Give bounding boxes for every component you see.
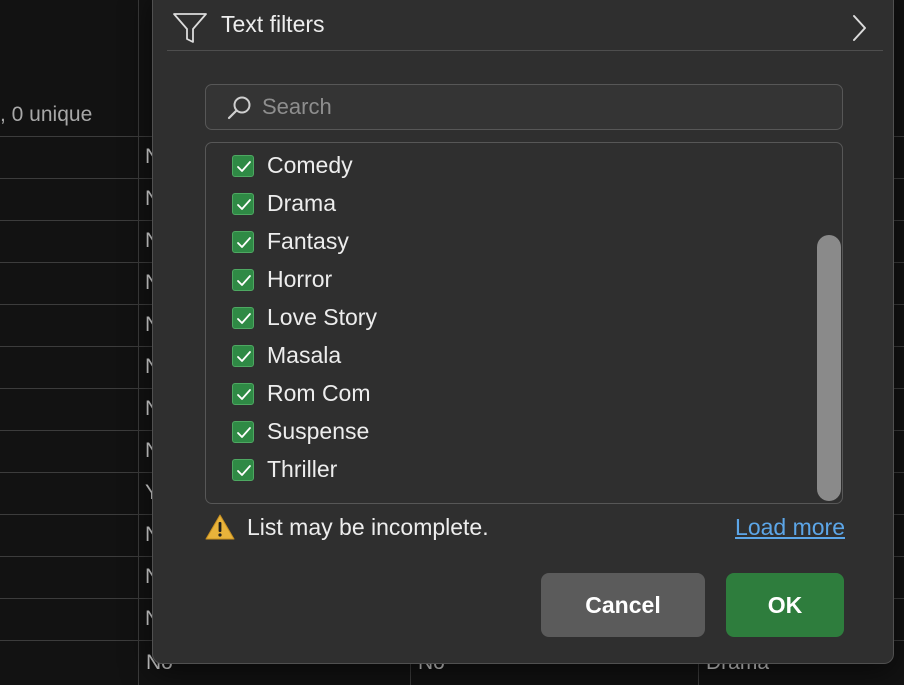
list-item-label: Masala — [267, 342, 342, 368]
checkbox[interactable] — [232, 269, 254, 291]
list-item-label: Love Story — [267, 304, 377, 330]
checkmark-icon — [237, 161, 251, 172]
checkmark-icon — [237, 351, 251, 362]
column-divider — [138, 431, 139, 472]
list-item-label: Comedy — [267, 152, 353, 178]
warning-text: List may be incomplete. — [247, 514, 489, 540]
column-stat-text: , 0 unique — [0, 103, 93, 126]
column-header[interactable]: , 0 unique — [0, 0, 139, 136]
search-icon — [227, 96, 251, 120]
checkbox[interactable] — [232, 231, 254, 253]
scrollbar-thumb[interactable] — [817, 235, 841, 501]
list-item-label: Drama — [267, 190, 337, 216]
column-divider — [138, 641, 139, 685]
checkbox[interactable] — [232, 383, 254, 405]
funnel-icon — [173, 13, 207, 43]
checkbox[interactable] — [232, 193, 254, 215]
checkmark-icon — [237, 275, 251, 286]
list-item-love-story[interactable]: Love Story — [232, 304, 792, 342]
list-item-comedy[interactable]: Comedy — [232, 152, 792, 190]
list-item-label: Suspense — [267, 418, 370, 444]
list-item-fantasy[interactable]: Fantasy — [232, 228, 792, 266]
column-divider — [138, 557, 139, 598]
warning-triangle-icon — [205, 514, 235, 540]
list-item-label: Fantasy — [267, 228, 349, 254]
filter-flyout: Text filters Comedy Drama Fantasy Horror — [152, 0, 894, 664]
cancel-button[interactable]: Cancel — [541, 573, 705, 637]
checkbox[interactable] — [232, 421, 254, 443]
column-divider — [138, 347, 139, 388]
text-filters-label: Text filters — [221, 11, 325, 37]
list-item-label: Rom Com — [267, 380, 371, 406]
list-item-horror[interactable]: Horror — [232, 266, 792, 304]
chevron-right-icon — [853, 15, 866, 41]
checkbox[interactable] — [232, 307, 254, 329]
column-divider — [138, 389, 139, 430]
column-divider — [138, 137, 139, 178]
column-divider — [138, 473, 139, 514]
list-item-masala[interactable]: Masala — [232, 342, 792, 380]
column-divider — [138, 221, 139, 262]
checkmark-icon — [237, 237, 251, 248]
checkmark-icon — [237, 465, 251, 476]
column-divider — [138, 599, 139, 640]
load-more-link[interactable]: Load more — [735, 514, 845, 541]
text-filters-menu-item[interactable]: Text filters — [167, 1, 883, 51]
checkbox[interactable] — [232, 345, 254, 367]
checkmark-icon — [237, 313, 251, 324]
search-box[interactable] — [205, 84, 843, 130]
checkmark-icon — [237, 427, 251, 438]
column-divider — [138, 263, 139, 304]
list-item-label: Horror — [267, 266, 333, 292]
column-divider — [138, 179, 139, 220]
list-item-drama[interactable]: Drama — [232, 190, 792, 228]
checkbox[interactable] — [232, 459, 254, 481]
checkmark-icon — [237, 389, 251, 400]
filter-values-list[interactable]: Comedy Drama Fantasy Horror Love Story M… — [205, 142, 843, 504]
list-item-label: Thriller — [267, 456, 338, 482]
checkbox[interactable] — [232, 155, 254, 177]
list-item-suspense[interactable]: Suspense — [232, 418, 792, 456]
incomplete-list-warning: List may be incomplete. Load more — [205, 511, 845, 547]
column-divider — [138, 305, 139, 346]
list-item-rom-com[interactable]: Rom Com — [232, 380, 792, 418]
checkmark-icon — [237, 199, 251, 210]
search-input[interactable] — [262, 90, 822, 124]
column-divider — [138, 515, 139, 556]
ok-button[interactable]: OK — [726, 573, 844, 637]
list-item-thriller[interactable]: Thriller — [232, 456, 792, 494]
